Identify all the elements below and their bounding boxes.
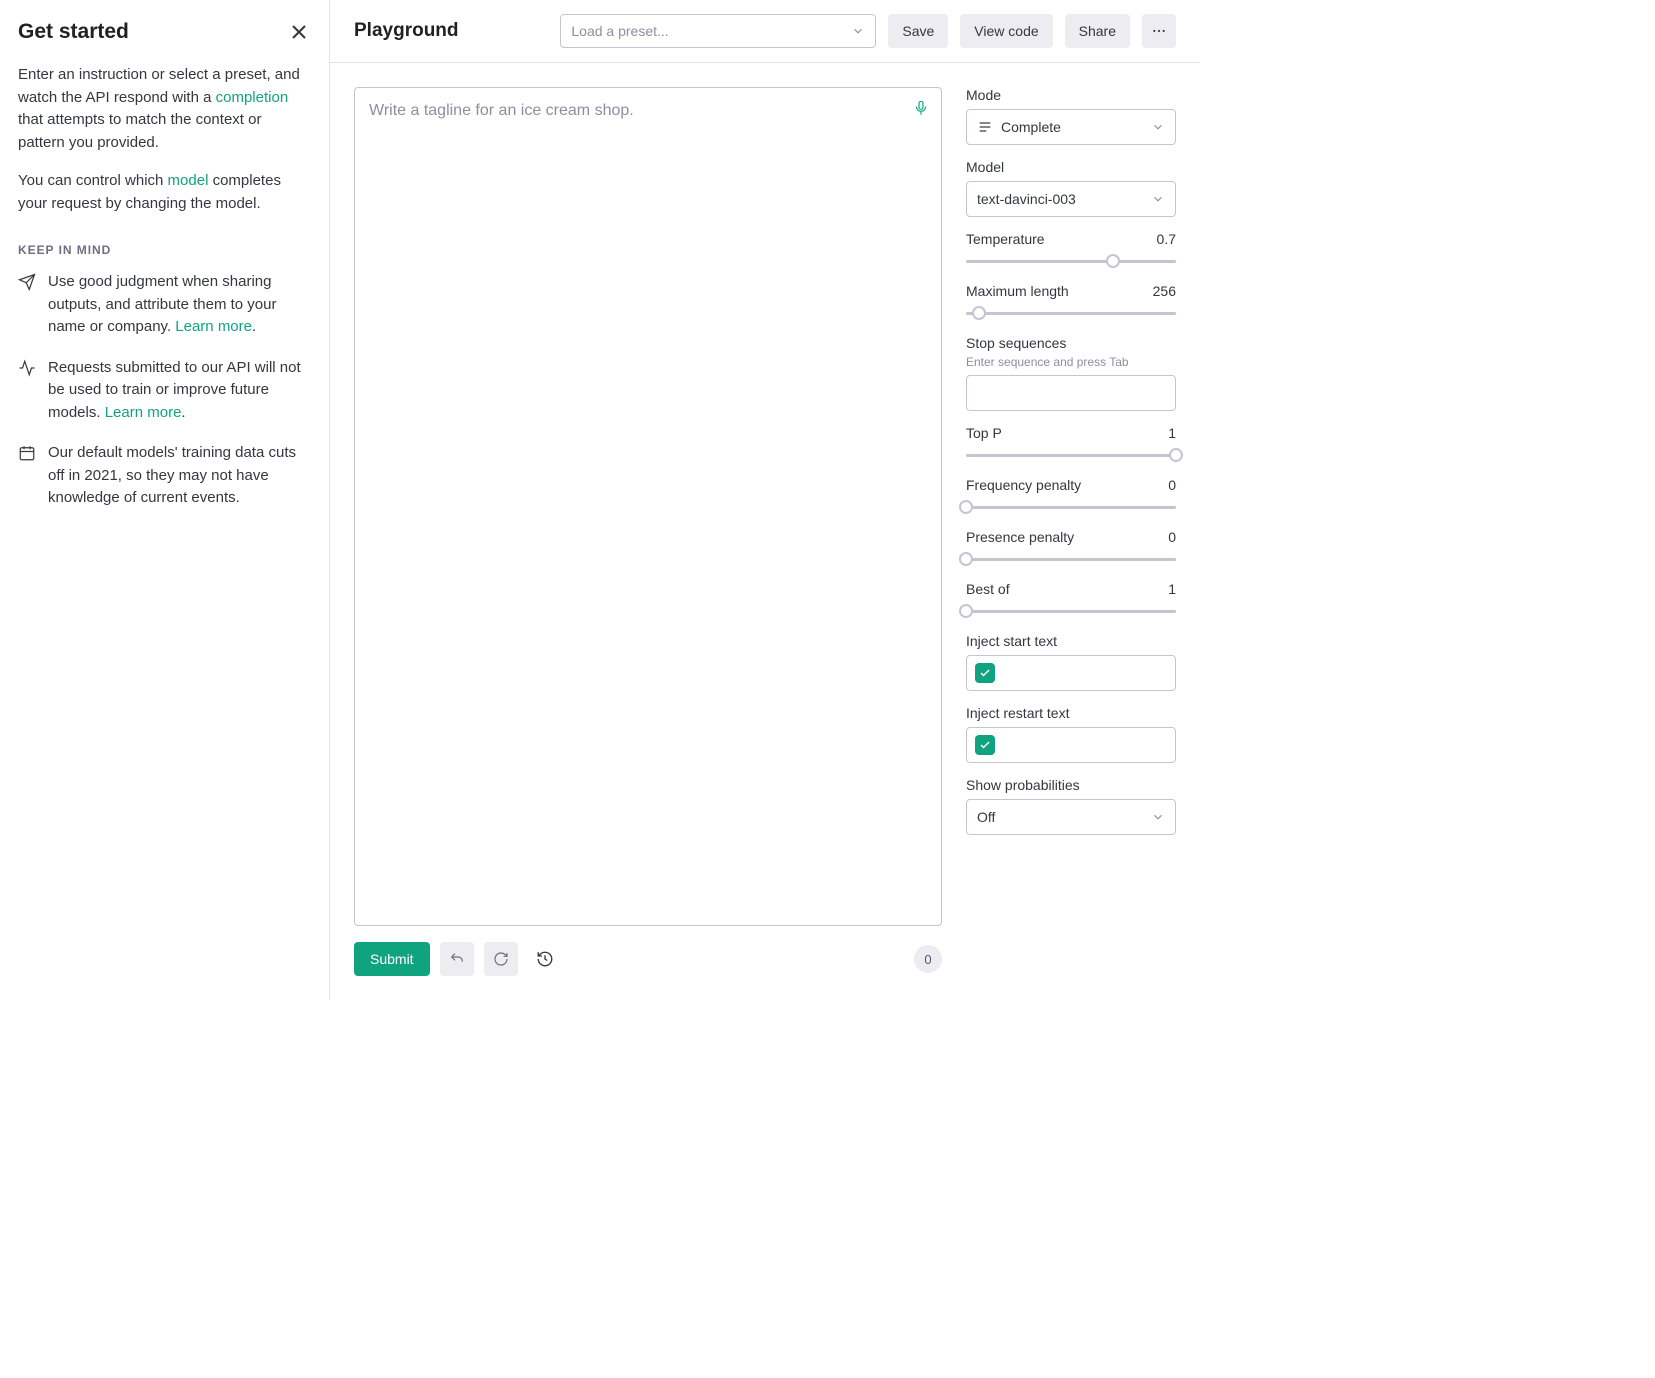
pres-value: 0 [1168, 529, 1176, 545]
chevron-down-icon [1151, 120, 1165, 134]
temperature-label: Temperature [966, 231, 1045, 247]
tip-text: Requests submitted to our API will not b… [48, 357, 311, 425]
preset-placeholder: Load a preset... [571, 23, 668, 39]
maxlen-slider[interactable] [966, 305, 1176, 321]
more-button[interactable] [1142, 14, 1176, 48]
intro-text-post: that attempts to match the context or pa… [18, 111, 261, 151]
submit-button[interactable]: Submit [354, 942, 430, 976]
topp-value: 1 [1168, 425, 1176, 441]
inject-start-input[interactable] [966, 655, 1176, 691]
topp-slider[interactable] [966, 447, 1176, 463]
dots-horizontal-icon [1151, 23, 1167, 39]
topbar: Playground Load a preset... Save View co… [330, 0, 1200, 63]
mode-select[interactable]: Complete [966, 109, 1176, 145]
save-button[interactable]: Save [888, 14, 948, 48]
intro-paragraph-2: You can control which model completes yo… [18, 170, 311, 215]
pres-label: Presence penalty [966, 529, 1074, 545]
prompt-editor[interactable]: Write a tagline for an ice cream shop. [354, 87, 942, 926]
bestof-label: Best of [966, 581, 1010, 597]
freq-slider[interactable] [966, 499, 1176, 515]
content-area: Write a tagline for an ice cream shop. S… [330, 63, 1200, 1000]
tip-item: Use good judgment when sharing outputs, … [18, 271, 311, 339]
stop-label: Stop sequences [966, 335, 1176, 351]
intro-paragraph-1: Enter an instruction or select a preset,… [18, 64, 311, 154]
inject-start-label: Inject start text [966, 633, 1176, 649]
showprob-label: Show probabilities [966, 777, 1176, 793]
maxlen-label: Maximum length [966, 283, 1069, 299]
learn-more-link[interactable]: Learn more [105, 404, 182, 421]
bestof-value: 1 [1168, 581, 1176, 597]
sidebar-title: Get started [18, 20, 129, 44]
showprob-select[interactable]: Off [966, 799, 1176, 835]
learn-more-link[interactable]: Learn more [175, 318, 252, 335]
token-count: 0 [914, 945, 942, 973]
editor-column: Write a tagline for an ice cream shop. S… [354, 87, 942, 976]
mode-icon [977, 119, 993, 135]
check-icon [979, 739, 991, 751]
chevron-down-icon [1151, 192, 1165, 206]
maxlen-value: 256 [1153, 283, 1176, 299]
inject-restart-input[interactable] [966, 727, 1176, 763]
stop-help: Enter sequence and press Tab [966, 355, 1176, 369]
tip-text: Our default models' training data cuts o… [48, 442, 311, 510]
check-icon [979, 667, 991, 679]
bestof-slider[interactable] [966, 603, 1176, 619]
keep-in-mind-heading: KEEP IN MIND [18, 243, 311, 257]
inject-restart-label: Inject restart text [966, 705, 1176, 721]
showprob-value: Off [977, 809, 995, 825]
regenerate-button[interactable] [484, 942, 518, 976]
topp-label: Top P [966, 425, 1002, 441]
preset-select[interactable]: Load a preset... [560, 14, 876, 48]
completion-link[interactable]: completion [216, 89, 289, 106]
history-icon [536, 950, 554, 968]
mode-label: Mode [966, 87, 1176, 103]
calendar-icon [18, 444, 36, 510]
model-label: Model [966, 159, 1176, 175]
model-value: text-davinci-003 [977, 191, 1076, 207]
main-area: Playground Load a preset... Save View co… [330, 0, 1200, 1000]
tip-text: Use good judgment when sharing outputs, … [48, 271, 311, 339]
inject-start-checkbox[interactable] [975, 663, 995, 683]
parameters-panel: Mode Complete Model text-davinci-003 [966, 87, 1176, 976]
model-select[interactable]: text-davinci-003 [966, 181, 1176, 217]
inject-restart-checkbox[interactable] [975, 735, 995, 755]
paper-plane-icon [18, 273, 36, 339]
refresh-icon [493, 951, 509, 967]
editor-footer: Submit 0 [354, 942, 942, 976]
share-button[interactable]: Share [1065, 14, 1130, 48]
view-code-button[interactable]: View code [960, 14, 1052, 48]
temperature-slider[interactable] [966, 253, 1176, 269]
model-link[interactable]: model [168, 172, 209, 189]
chevron-down-icon [851, 24, 865, 38]
close-icon [291, 24, 307, 40]
stop-sequences-input[interactable] [966, 375, 1176, 411]
chevron-down-icon [1151, 810, 1165, 824]
undo-button[interactable] [440, 942, 474, 976]
prompt-placeholder: Write a tagline for an ice cream shop. [369, 102, 634, 119]
page-title: Playground [354, 20, 459, 42]
tip-item: Requests submitted to our API will not b… [18, 357, 311, 425]
intro2-text: You can control which [18, 172, 168, 189]
microphone-icon[interactable] [913, 100, 929, 116]
freq-value: 0 [1168, 477, 1176, 493]
mode-value: Complete [1001, 119, 1061, 135]
activity-icon [18, 359, 36, 425]
tip-item: Our default models' training data cuts o… [18, 442, 311, 510]
get-started-panel: Get started Enter an instruction or sele… [0, 0, 330, 1000]
undo-icon [449, 951, 465, 967]
freq-label: Frequency penalty [966, 477, 1081, 493]
temperature-value: 0.7 [1157, 231, 1176, 247]
pres-slider[interactable] [966, 551, 1176, 567]
history-button[interactable] [528, 942, 562, 976]
close-sidebar-button[interactable] [287, 20, 311, 44]
